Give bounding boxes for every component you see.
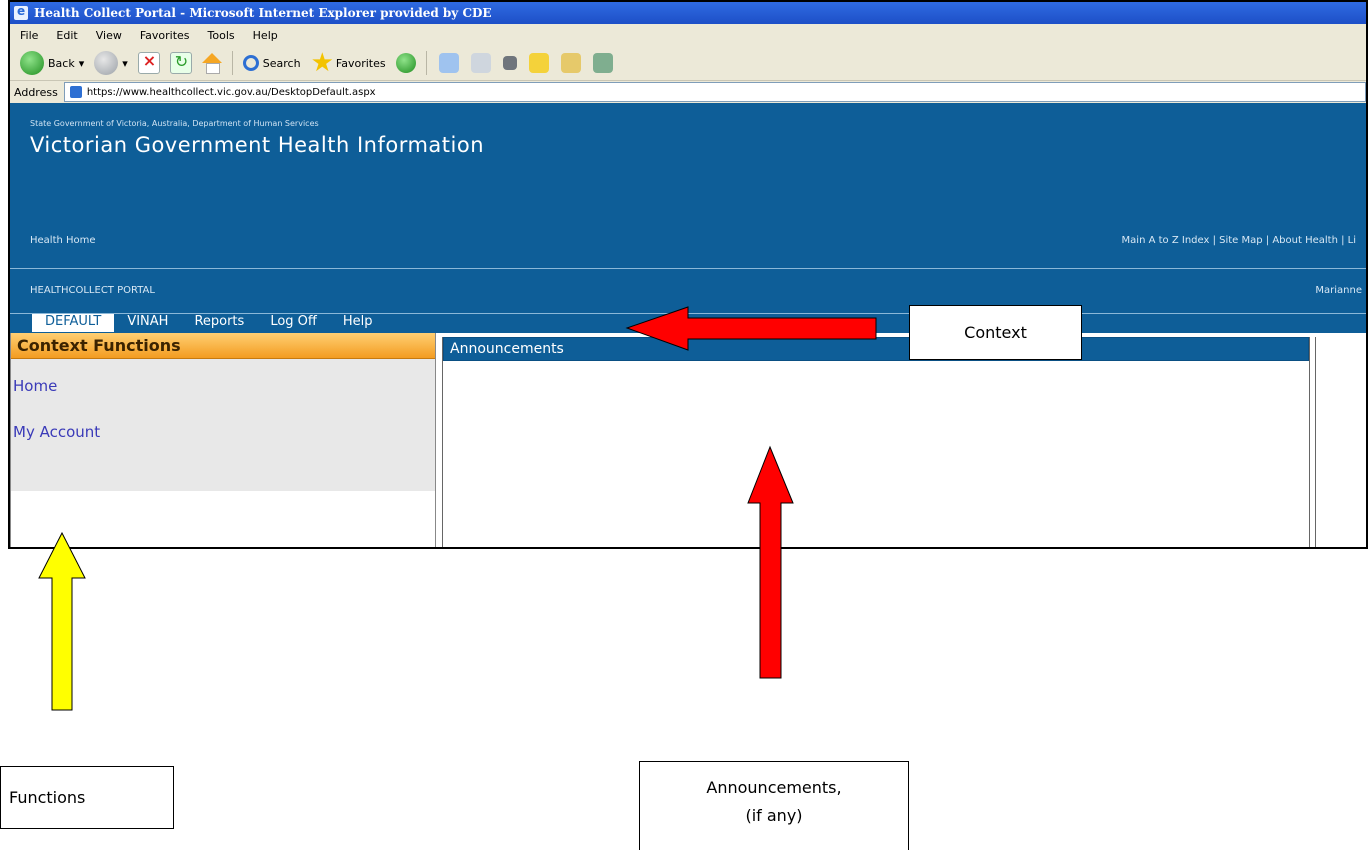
announcements-callout-line1: Announcements, — [706, 778, 842, 797]
context-arrow — [625, 306, 877, 351]
context-callout: Context — [909, 305, 1082, 360]
functions-arrow — [38, 531, 86, 711]
functions-callout: Functions — [0, 766, 174, 829]
announcements-callout-line2: (if any) — [745, 806, 803, 825]
announcements-callout: Announcements, (if any) — [639, 761, 909, 850]
announcements-arrow — [747, 445, 794, 679]
annotation-arrows — [38, 306, 877, 711]
